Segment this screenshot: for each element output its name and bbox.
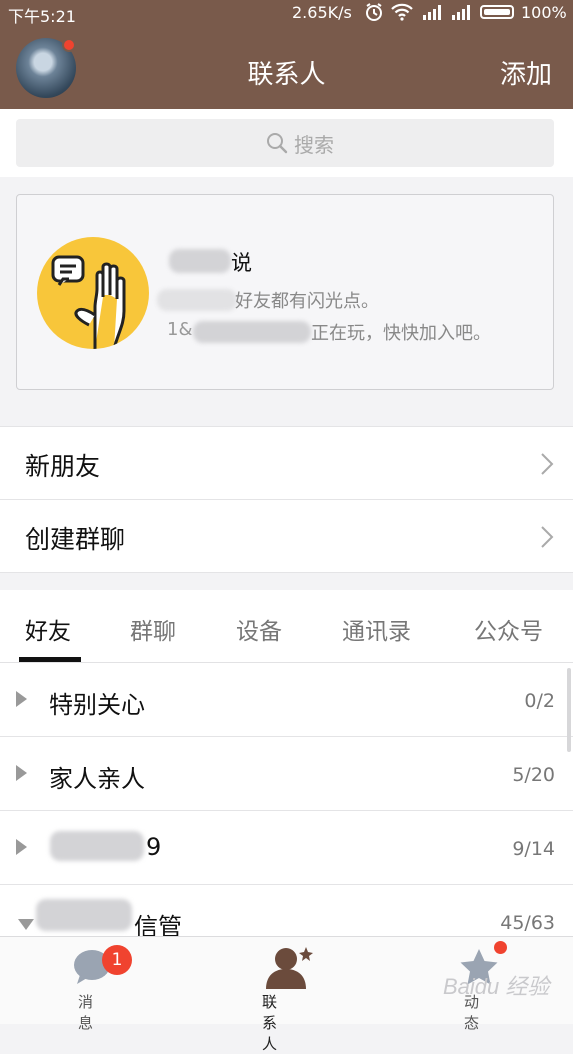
scrollbar[interactable] (567, 668, 571, 752)
new-friends-row[interactable]: 新朋友 (0, 427, 573, 499)
redacted-text (36, 899, 132, 931)
messages-label: 消息 (78, 993, 94, 1032)
status-time: 下午5:21 (8, 7, 76, 26)
divider (0, 572, 573, 573)
new-friends-label: 新朋友 (25, 452, 101, 481)
alarm-icon (364, 2, 384, 26)
hand-gesture-icon (37, 237, 149, 349)
redacted-text (169, 249, 231, 273)
group-count: 45/63 (500, 912, 555, 934)
page-title: 联系人 (247, 60, 326, 90)
promo-prefix: 1& (167, 319, 193, 340)
friend-group-row[interactable]: 家人亲人 5/20 (0, 737, 573, 811)
battery-icon (480, 5, 514, 19)
friend-group-row[interactable]: 特别关心 0/2 (0, 663, 573, 737)
signal-icon (422, 4, 444, 24)
redacted-text (193, 321, 311, 343)
chevron-right-icon (540, 525, 554, 553)
redacted-text (157, 289, 237, 311)
add-button[interactable]: 添加 (500, 54, 552, 91)
expand-arrow-icon (16, 765, 27, 781)
group-name: 9 (146, 833, 162, 861)
group-name: 家人亲人 (49, 765, 145, 793)
notification-dot (62, 38, 76, 52)
signal-icon (451, 4, 473, 24)
chevron-right-icon (540, 452, 554, 480)
collapse-arrow-icon (18, 919, 34, 930)
notification-dot (494, 941, 507, 954)
contact-tabs: 好友 群聊 设备 通讯录 公众号 (0, 590, 573, 663)
tab-address-book[interactable]: 通讯录 (342, 612, 411, 646)
promo-invite: 正在玩，快快加入吧。 (311, 323, 491, 344)
status-bar: 下午5:21 2.65K/s 100% (0, 0, 573, 26)
wifi-icon (391, 3, 413, 25)
status-network-speed: 2.65K/s (292, 3, 352, 22)
tab-friends[interactable]: 好友 (25, 612, 71, 646)
search-placeholder: 搜索 (294, 133, 334, 157)
battery-level: 100% (521, 3, 567, 22)
expand-arrow-icon (16, 839, 27, 855)
search-area: 搜索 (0, 109, 573, 177)
group-count: 9/14 (512, 838, 555, 860)
group-count: 0/2 (524, 690, 555, 712)
friend-group-row[interactable]: 9 9/14 (0, 811, 573, 885)
redacted-text (50, 831, 144, 861)
promo-card[interactable]: 说 好友都有闪光点。 1& 正在玩，快快加入吧。 (16, 194, 554, 390)
promo-description: 好友都有闪光点。 (235, 291, 379, 312)
group-count: 5/20 (512, 764, 555, 786)
create-group-chat-row[interactable]: 创建群聊 (0, 500, 573, 572)
expand-arrow-icon (16, 691, 27, 707)
create-group-chat-label: 创建群聊 (25, 525, 126, 554)
tab-public-accounts[interactable]: 公众号 (474, 612, 543, 646)
tab-group-chats[interactable]: 群聊 (130, 612, 176, 646)
search-icon (266, 132, 288, 158)
promo-title: 说 (231, 251, 252, 275)
unread-badge: 1 (102, 945, 132, 975)
tab-devices[interactable]: 设备 (236, 612, 282, 646)
group-name: 特别关心 (49, 691, 145, 719)
contacts-label: 联系人 (262, 993, 278, 1053)
search-input[interactable]: 搜索 (16, 119, 554, 167)
person-icon (266, 945, 314, 993)
watermark: Baidu 经验 (443, 974, 550, 999)
active-tab-indicator (19, 657, 81, 662)
